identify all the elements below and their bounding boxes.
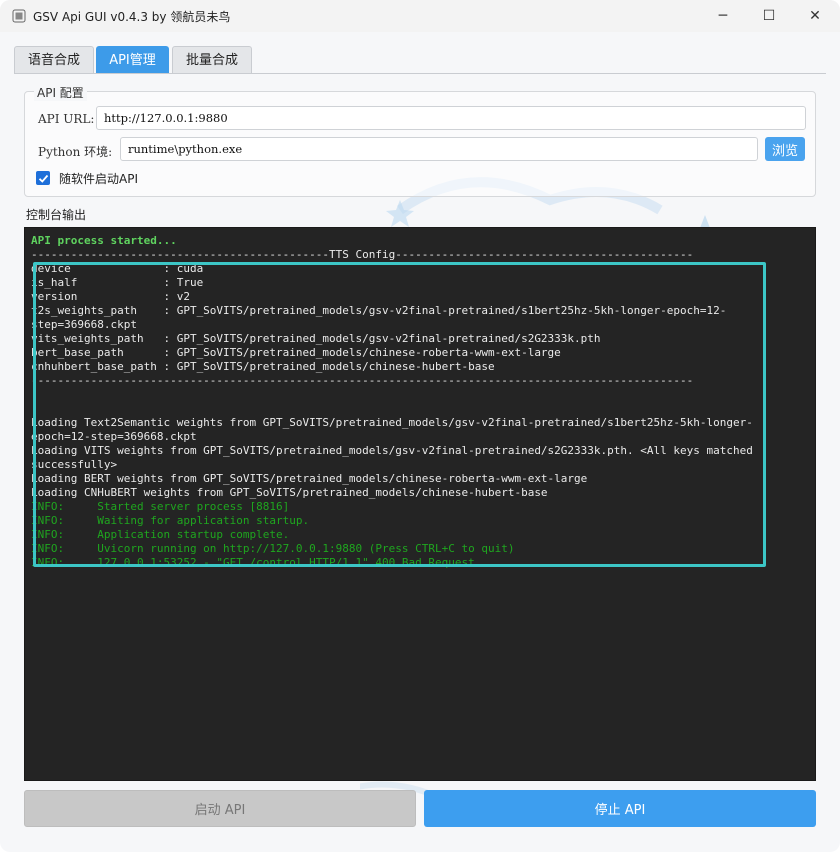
close-button[interactable]: ✕	[792, 0, 838, 32]
console-lines: API process started... ------------------…	[31, 234, 753, 570]
tab-api-management[interactable]: API管理	[96, 46, 169, 74]
tab-divider	[14, 73, 826, 74]
console-line: is_half : True	[31, 276, 204, 289]
console-line: API process started...	[31, 234, 177, 247]
maximize-icon: ☐	[762, 8, 776, 24]
minimize-icon: ─	[718, 8, 728, 24]
console-line: INFO: 127.0.0.1:53252 - "GET /control HT…	[31, 556, 475, 569]
autostart-checkbox[interactable]	[36, 171, 50, 185]
console-line: ----------------------------------------…	[31, 374, 694, 387]
console-line: bert_base_path : GPT_SoVITS/pretrained_m…	[31, 346, 561, 359]
console-line: vits_weights_path : GPT_SoVITS/pretraine…	[31, 332, 601, 345]
app-window: GSV Api GUI v0.4.3 by 领航员未鸟 ─ ☐ ✕ 语音合成 A…	[0, 0, 840, 852]
console-line: step=369668.ckpt	[31, 318, 137, 331]
console-line: ----------------------------------------…	[31, 248, 694, 261]
python-env-label: Python 环境:	[38, 145, 113, 159]
checkmark-icon	[38, 174, 48, 183]
start-api-button[interactable]: 启动 API	[24, 790, 416, 827]
console-line: Loading BERT weights from GPT_SoVITS/pre…	[31, 472, 588, 485]
console-line: INFO: Uvicorn running on http://127.0.0.…	[31, 542, 515, 555]
console-line: version : v2	[31, 290, 190, 303]
console-line: device : cuda	[31, 262, 204, 275]
console-line: epoch=12-step=369668.ckpt	[31, 430, 197, 443]
close-icon: ✕	[809, 8, 821, 24]
minimize-button[interactable]: ─	[700, 0, 746, 32]
browse-button[interactable]: 浏览	[765, 137, 805, 161]
console-output-label: 控制台输出	[26, 208, 87, 222]
console-line: Loading VITS weights from GPT_SoVITS/pre…	[31, 444, 753, 457]
api-url-label: API URL:	[38, 112, 95, 126]
console-output[interactable]: API process started... ------------------…	[24, 227, 816, 781]
autostart-label[interactable]: 随软件启动API	[59, 170, 138, 187]
title-bar: GSV Api GUI v0.4.3 by 领航员未鸟 ─ ☐ ✕	[0, 0, 840, 32]
console-line: INFO: Waiting for application startup.	[31, 514, 310, 527]
maximize-button[interactable]: ☐	[746, 0, 792, 32]
console-line: INFO: Started server process [8816]	[31, 500, 290, 513]
console-line: cnhuhbert_base_path : GPT_SoVITS/pretrai…	[31, 360, 495, 373]
console-line: Loading CNHuBERT weights from GPT_SoVITS…	[31, 486, 548, 499]
console-line: successfully>	[31, 458, 118, 471]
tab-speech-synthesis[interactable]: 语音合成	[14, 46, 94, 74]
console-line: t2s_weights_path : GPT_SoVITS/pretrained…	[31, 304, 727, 317]
api-config-group-title: API 配置	[34, 84, 87, 101]
python-env-field[interactable]	[120, 137, 758, 161]
tab-batch-synthesis[interactable]: 批量合成	[172, 46, 252, 74]
app-icon	[12, 9, 26, 23]
stop-api-button[interactable]: 停止 API	[424, 790, 816, 827]
console-line: INFO: Application startup complete.	[31, 528, 290, 541]
api-url-field[interactable]	[96, 106, 806, 130]
console-line: Loading Text2Semantic weights from GPT_S…	[31, 416, 753, 429]
window-title: GSV Api GUI v0.4.3 by 领航员未鸟	[33, 10, 231, 24]
